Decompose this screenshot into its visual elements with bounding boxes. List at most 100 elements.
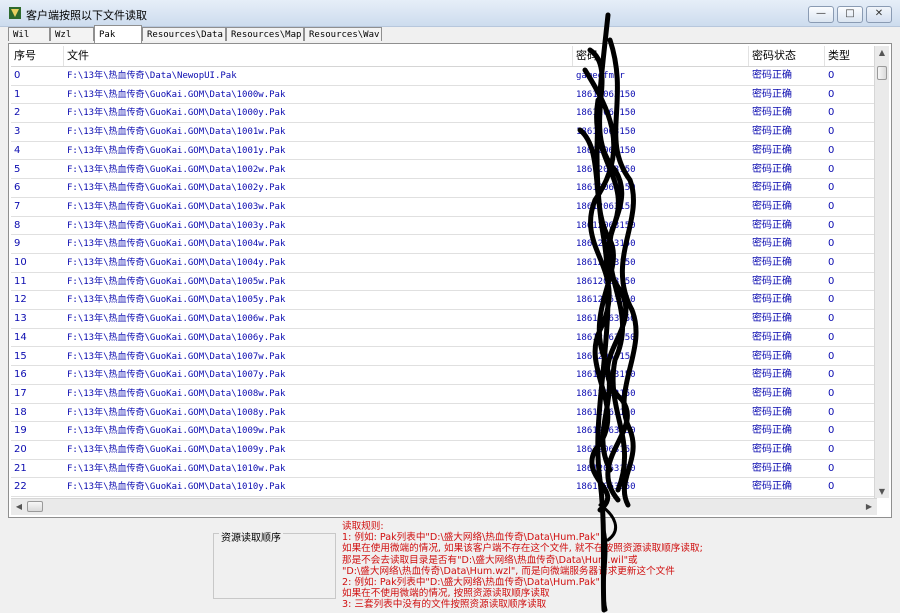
row-password: 18612063150	[576, 463, 636, 474]
scroll-left-icon[interactable]: ◀	[12, 502, 26, 511]
row-type: 0	[828, 257, 835, 268]
table-row[interactable]: 4 F:\13年\热血传奇\GuoKai.GOM\Data\1001y.Pak 18…	[11, 142, 879, 161]
row-password: 18612063150	[576, 183, 636, 194]
tab-pak[interactable]: Pak	[94, 25, 142, 43]
table-row[interactable]: 15 F:\13年\热血传奇\GuoKai.GOM\Data\1007w.Pak 1…	[11, 348, 879, 367]
row-file-path: F:\13年\热血传奇\Data\NewopUI.Pak	[67, 71, 237, 81]
row-index: 9	[14, 238, 21, 250]
table-row[interactable]: 2 F:\13年\热血传奇\GuoKai.GOM\Data\1000y.Pak 18…	[11, 104, 879, 124]
horizontal-scrollbar[interactable]: ◀ ▶	[11, 498, 877, 515]
table-row[interactable]: 11 F:\13年\热血传奇\GuoKai.GOM\Data\1005w.Pak 1…	[11, 273, 879, 292]
tab-wil[interactable]: Wil	[8, 27, 50, 41]
row-index: 18	[14, 406, 27, 418]
scroll-down-icon[interactable]: ▼	[875, 487, 889, 496]
horizontal-scroll-thumb[interactable]	[27, 501, 43, 512]
rule-line: 如果在使用微端的情况, 如果该客户端不存在这个文件, 就不在按照资源读取顺序读取…	[342, 543, 703, 555]
table-row[interactable]: 22 F:\13年\热血传奇\GuoKai.GOM\Data\1010y.Pak 1…	[11, 478, 879, 498]
table-row[interactable]: 18 F:\13年\热血传奇\GuoKai.GOM\Data\1008y.Pak 1…	[11, 404, 879, 423]
table-row[interactable]: 8 F:\13年\热血传奇\GuoKai.GOM\Data\1003y.Pak 18…	[11, 217, 879, 236]
row-file-path: F:\13年\热血传奇\GuoKai.GOM\Data\1008y.Pak	[67, 407, 286, 418]
row-password-status: 密码正确	[752, 200, 792, 212]
row-file-path: F:\13年\热血传奇\GuoKai.GOM\Data\1010y.Pak	[67, 482, 286, 493]
table-row[interactable]: 1 F:\13年\热血传奇\GuoKai.GOM\Data\1000w.Pak 18…	[11, 86, 879, 105]
close-button[interactable]: ✕	[866, 6, 892, 23]
row-file-path: F:\13年\热血传奇\GuoKai.GOM\Data\1006w.Pak	[67, 314, 286, 325]
tab-resources-data[interactable]: Resources\Data	[142, 27, 226, 41]
row-password: 18612063150	[576, 164, 636, 175]
column-header-password[interactable]: 密码	[573, 46, 749, 66]
row-password: 18612063150	[576, 332, 636, 343]
tab-resources-wav[interactable]: Resources\Wav	[304, 27, 382, 41]
row-type: 0	[828, 444, 835, 455]
row-type: 0	[828, 163, 835, 175]
table-row[interactable]: 19 F:\13年\热血传奇\GuoKai.GOM\Data\1009w.Pak 1…	[11, 422, 879, 441]
table-row[interactable]: 6 F:\13年\热血传奇\GuoKai.GOM\Data\1002y.Pak 18…	[11, 179, 879, 198]
row-index: 22	[14, 481, 27, 493]
column-header-file[interactable]: 文件	[64, 46, 573, 66]
row-password: 18612063150	[576, 370, 636, 381]
row-file-path: F:\13年\热血传奇\GuoKai.GOM\Data\1004y.Pak	[67, 258, 286, 268]
row-password: 18612063150	[576, 201, 636, 212]
column-header-type[interactable]: 类型	[825, 46, 875, 66]
vertical-scrollbar[interactable]: ▲ ▼	[874, 46, 889, 498]
title-bar: 客户端按照以下文件读取 — □ ✕	[0, 0, 900, 27]
row-type: 0	[828, 182, 835, 194]
list-header: 序号 文件 密码 密码状态 类型	[11, 46, 879, 67]
row-file-path: F:\13年\热血传奇\GuoKai.GOM\Data\1003w.Pak	[67, 201, 286, 212]
row-index: 17	[14, 387, 27, 399]
tab-resources-map[interactable]: Resources\Map	[226, 27, 304, 41]
table-row[interactable]: 17 F:\13年\热血传奇\GuoKai.GOM\Data\1008w.Pak 1…	[11, 385, 879, 404]
table-row[interactable]: 10 F:\13年\热血传奇\GuoKai.GOM\Data\1004y.Pak 1…	[11, 254, 879, 273]
table-row[interactable]: 3 F:\13年\热血传奇\GuoKai.GOM\Data\1001w.Pak 18…	[11, 123, 879, 142]
row-file-path: F:\13年\热血传奇\GuoKai.GOM\Data\1000w.Pak	[67, 89, 286, 100]
row-type: 0	[828, 387, 835, 399]
rule-line: 那是不会去读取目录是否有"D:\盛大网络\热血传奇\Data\Hum.wil"或	[342, 554, 638, 566]
row-password-status: 密码正确	[752, 107, 792, 119]
table-row[interactable]: 13 F:\13年\热血传奇\GuoKai.GOM\Data\1006w.Pak 1…	[11, 310, 879, 329]
row-index: 19	[14, 425, 27, 437]
scroll-right-icon[interactable]: ▶	[862, 502, 876, 511]
table-row[interactable]: 9 F:\13年\热血传奇\GuoKai.GOM\Data\1004w.Pak 18…	[11, 235, 879, 254]
row-index: 6	[14, 182, 21, 194]
row-file-path: F:\13年\热血传奇\GuoKai.GOM\Data\1008w.Pak	[67, 388, 286, 399]
row-password: 18612063150	[576, 445, 636, 455]
row-password: 18612063150	[576, 276, 636, 287]
vertical-scroll-thumb[interactable]	[877, 66, 887, 80]
table-row[interactable]: 0 F:\13年\热血传奇\Data\NewopUI.Pak gameofmir 密码…	[11, 67, 879, 86]
row-type: 0	[828, 238, 835, 250]
column-header-status[interactable]: 密码状态	[749, 46, 825, 66]
row-type: 0	[828, 107, 835, 119]
table-row[interactable]: 21 F:\13年\热血传奇\GuoKai.GOM\Data\1010w.Pak 1…	[11, 460, 879, 479]
table-row[interactable]: 20 F:\13年\热血传奇\GuoKai.GOM\Data\1009y.Pak 1…	[11, 441, 879, 460]
pak-file-list[interactable]: 序号 文件 密码 密码状态 类型 0 F:\13年\热血传奇\Data\Newop…	[11, 46, 879, 498]
row-index: 13	[14, 313, 27, 325]
row-type: 0	[828, 369, 835, 381]
table-row[interactable]: 14 F:\13年\热血传奇\GuoKai.GOM\Data\1006y.Pak 1…	[11, 329, 879, 348]
row-index: 1	[14, 88, 21, 100]
minimize-button[interactable]: —	[808, 6, 834, 23]
row-index: 8	[14, 219, 21, 231]
row-file-path: F:\13年\热血传奇\GuoKai.GOM\Data\1007w.Pak	[67, 351, 286, 362]
tab-wzl[interactable]: Wzl	[50, 27, 94, 41]
row-file-path: F:\13年\热血传奇\GuoKai.GOM\Data\1009w.Pak	[67, 426, 286, 437]
row-index: 20	[14, 444, 27, 455]
table-row[interactable]: 12 F:\13年\热血传奇\GuoKai.GOM\Data\1005y.Pak 1…	[11, 291, 879, 311]
scroll-up-icon[interactable]: ▲	[875, 48, 889, 57]
maximize-button[interactable]: □	[837, 6, 863, 23]
row-type: 0	[828, 88, 835, 100]
row-file-path: F:\13年\热血传奇\GuoKai.GOM\Data\1001y.Pak	[67, 145, 286, 156]
row-password-status: 密码正确	[752, 126, 792, 138]
table-row[interactable]: 7 F:\13年\热血传奇\GuoKai.GOM\Data\1003w.Pak 18…	[11, 198, 879, 217]
row-type: 0	[828, 219, 835, 231]
row-password: 18612063150	[576, 145, 636, 156]
column-header-index[interactable]: 序号	[11, 46, 64, 66]
row-file-path: F:\13年\热血传奇\GuoKai.GOM\Data\1002w.Pak	[67, 164, 286, 175]
table-row[interactable]: 5 F:\13年\热血传奇\GuoKai.GOM\Data\1002w.Pak 18…	[11, 161, 879, 180]
window-title: 客户端按照以下文件读取	[26, 9, 147, 22]
row-index: 14	[14, 331, 27, 343]
row-type: 0	[828, 425, 835, 437]
table-row[interactable]: 16 F:\13年\热血传奇\GuoKai.GOM\Data\1007y.Pak 1…	[11, 366, 879, 385]
row-index: 15	[14, 350, 27, 362]
row-password-status: 密码正确	[752, 444, 792, 455]
row-password-status: 密码正确	[752, 182, 792, 194]
